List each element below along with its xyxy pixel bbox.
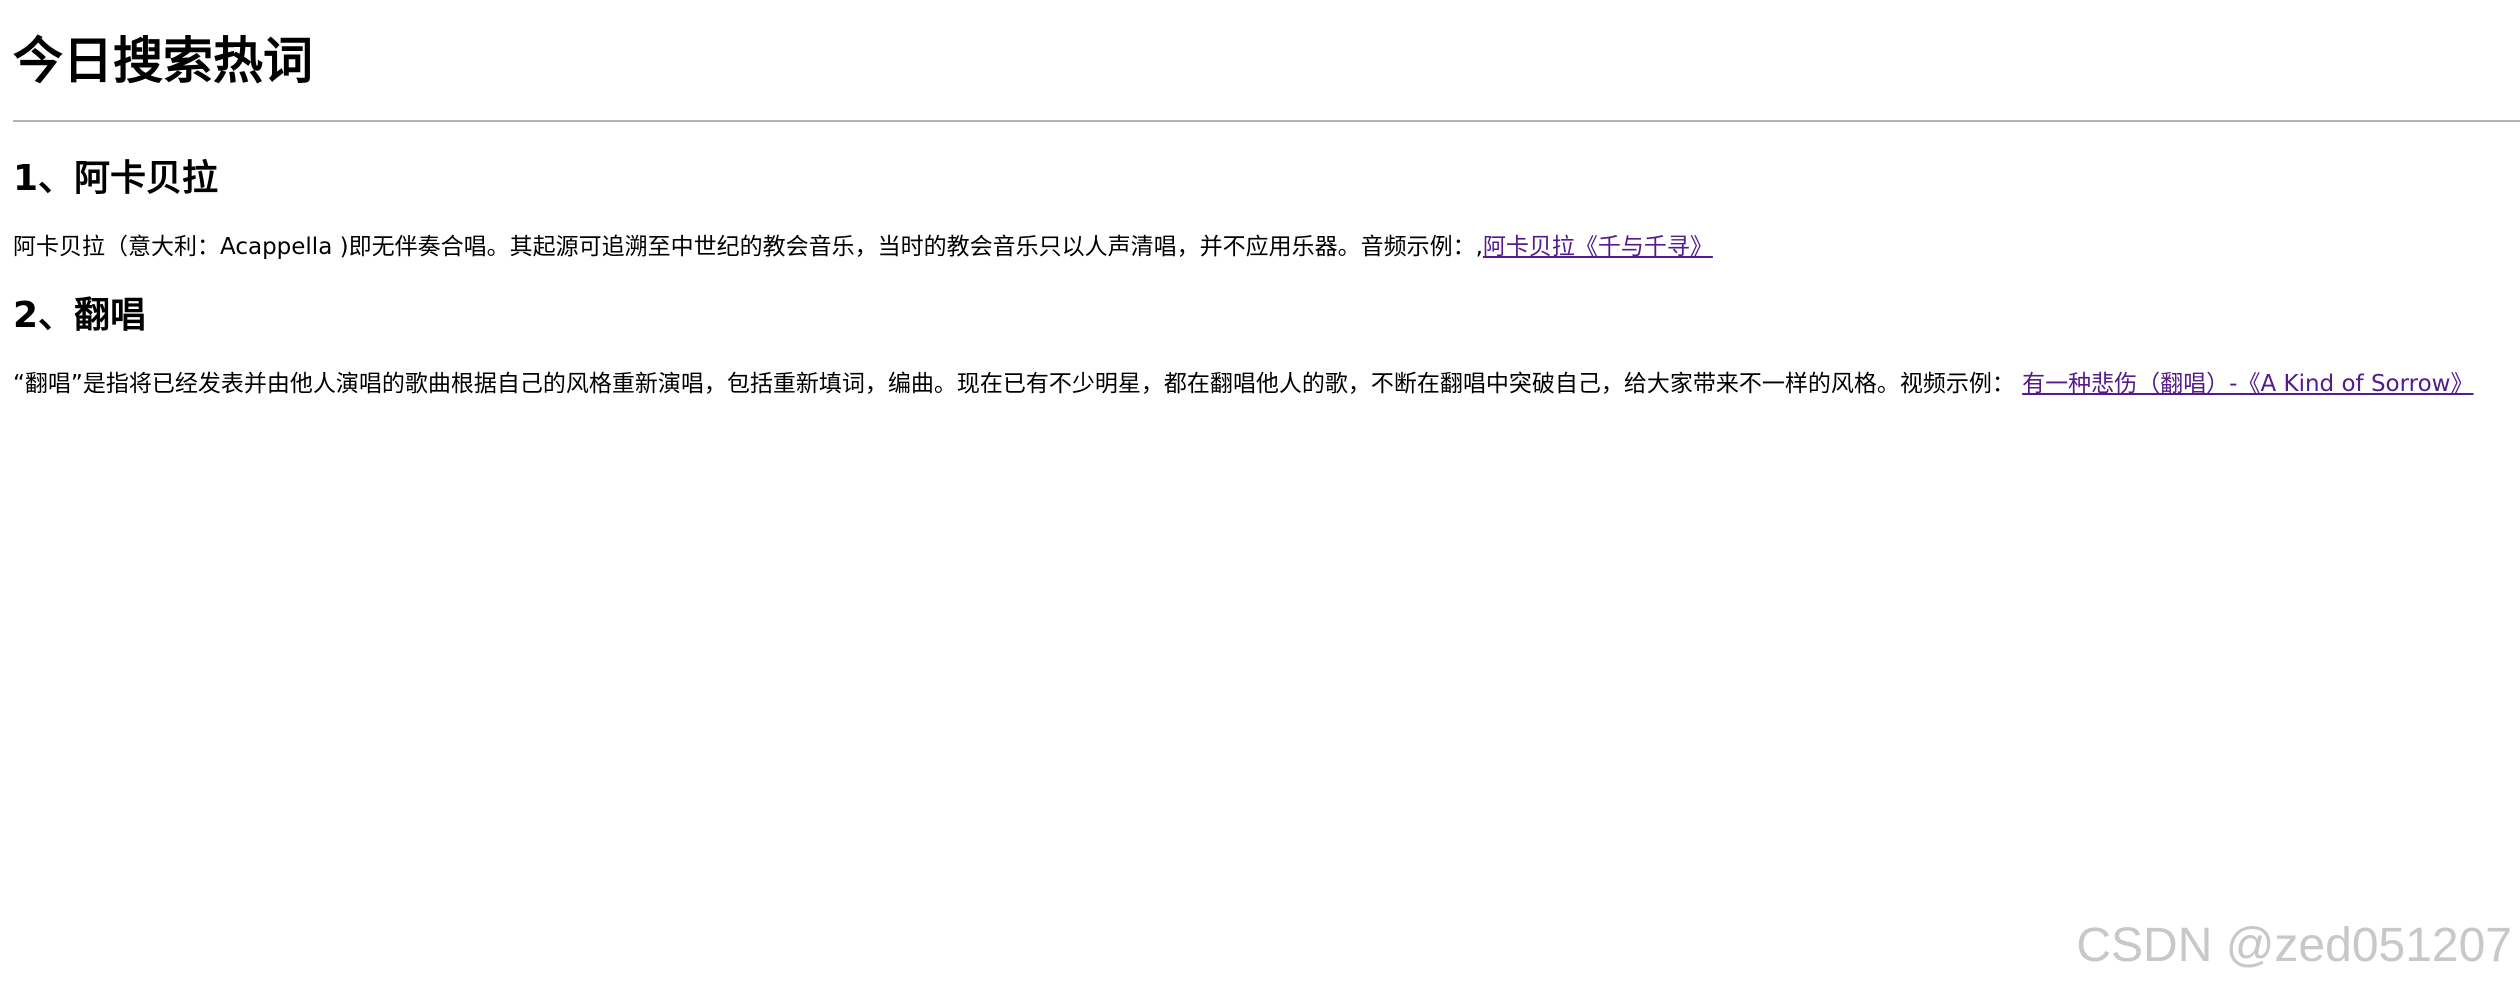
page-title: 今日搜索热词 <box>13 32 313 90</box>
video-example-link[interactable]: 有一种悲伤（翻唱）-《A Kind of Sorrow》 <box>2022 371 2473 397</box>
audio-example-link[interactable]: 阿卡贝拉《千与千寻》 <box>1483 234 1713 260</box>
section-paragraph-cover: “翻唱”是指将已经发表并由他人演唱的歌曲根据自己的风格重新演唱，包括重新填词，编… <box>13 369 2503 400</box>
csdn-watermark: CSDN @zed051207 <box>2076 919 2512 972</box>
section-heading-cover: 2、翻唱 <box>13 295 147 336</box>
section-heading-acappella: 1、阿卡贝拉 <box>13 158 219 199</box>
section-text-cover: “翻唱”是指将已经发表并由他人演唱的歌曲根据自己的风格重新演唱，包括重新填词，编… <box>13 371 2023 397</box>
section-text-acappella: 阿卡贝拉（意大利：Acappella )即无伴奏合唱。其起源可追溯至中世纪的教会… <box>13 234 1483 260</box>
section-paragraph-acappella: 阿卡贝拉（意大利：Acappella )即无伴奏合唱。其起源可追溯至中世纪的教会… <box>13 232 1713 263</box>
divider <box>13 120 2520 122</box>
